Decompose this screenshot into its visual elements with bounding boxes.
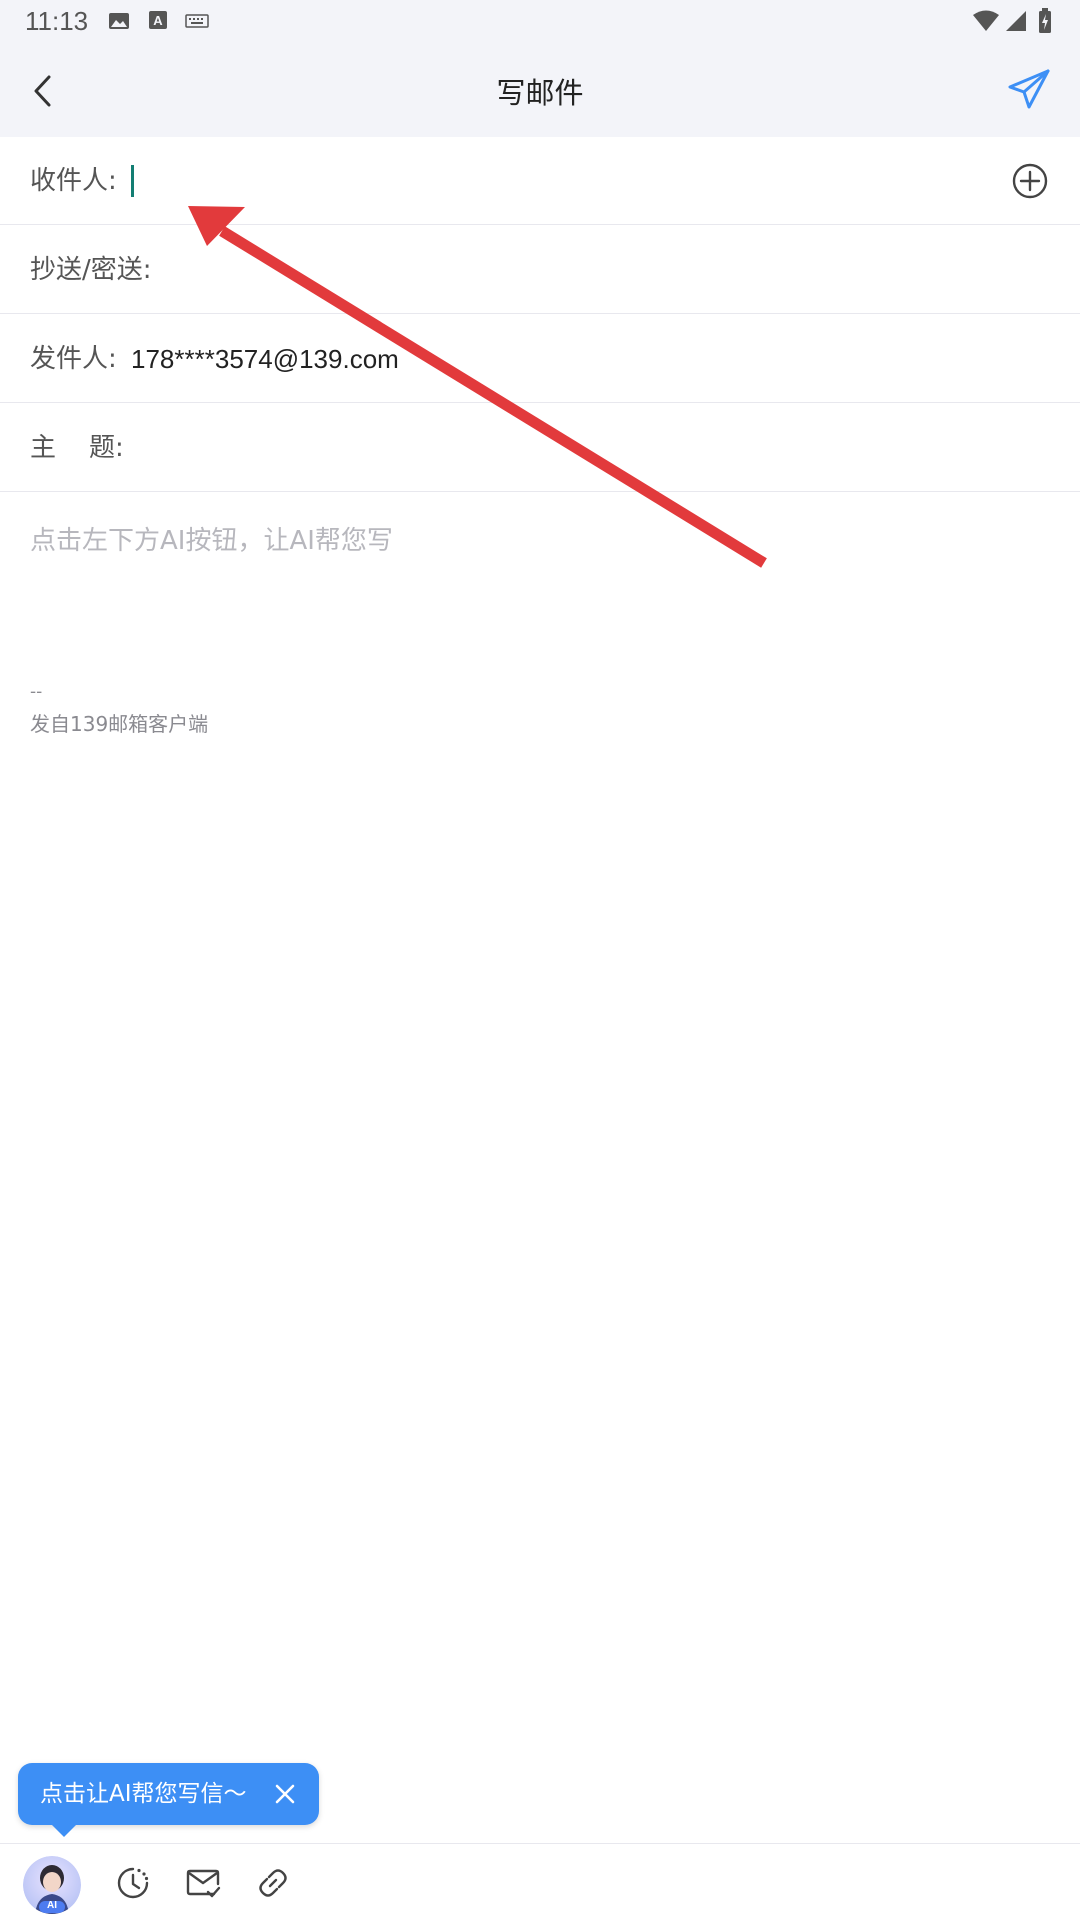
bottom-toolbar: AI — [0, 1843, 1080, 1920]
recipient-row[interactable]: 收件人: — [0, 137, 1080, 225]
keyboard-icon — [185, 14, 209, 28]
schedule-icon[interactable] — [114, 1864, 152, 1902]
ai-badge-label: AI — [47, 1900, 57, 1911]
ai-tooltip[interactable]: 点击让AI帮您写信～ — [18, 1763, 319, 1837]
svg-text:A: A — [153, 13, 163, 28]
compose-mail-screen: 11:13 A 写邮件 收件人: 抄送/密送: 发件人: 178****3574… — [0, 0, 1080, 1920]
sender-row[interactable]: 发件人: 178****3574@139.com — [0, 315, 1080, 403]
cc-bcc-label: 抄送/密送: — [30, 255, 152, 285]
attachment-icon[interactable] — [254, 1864, 292, 1902]
signal-icon — [1006, 11, 1026, 31]
body-placeholder[interactable]: 点击左下方AI按钮，让AI帮您写 — [30, 520, 393, 557]
ai-assistant-button[interactable]: AI — [23, 1856, 81, 1914]
status-time: 11:13 — [25, 6, 89, 36]
subject-label: 主 题: — [30, 433, 124, 463]
status-bar: 11:13 A — [0, 0, 1080, 45]
page-title: 写邮件 — [496, 76, 584, 110]
ai-tooltip-text: 点击让AI帮您写信～ — [40, 1781, 247, 1807]
signature-dash: -- — [30, 682, 43, 702]
battery-icon — [1039, 8, 1051, 33]
sender-value[interactable]: 178****3574@139.com — [131, 315, 399, 403]
cc-bcc-row[interactable]: 抄送/密送: — [0, 226, 1080, 314]
image-icon — [109, 13, 129, 29]
mail-check-icon[interactable] — [184, 1864, 222, 1902]
sender-label: 发件人: — [30, 344, 117, 374]
recipient-label: 收件人: — [30, 166, 117, 196]
app-header: 写邮件 — [0, 45, 1080, 137]
subject-row[interactable]: 主 题: — [0, 404, 1080, 492]
wifi-icon — [973, 10, 999, 31]
close-icon[interactable] — [273, 1782, 297, 1806]
signature-text: 发自139邮箱客户端 — [30, 712, 209, 736]
text-icon: A — [149, 11, 167, 29]
paper-plane-icon[interactable] — [1004, 65, 1054, 115]
text-caret — [131, 165, 134, 197]
add-contact-icon[interactable] — [1010, 161, 1050, 201]
